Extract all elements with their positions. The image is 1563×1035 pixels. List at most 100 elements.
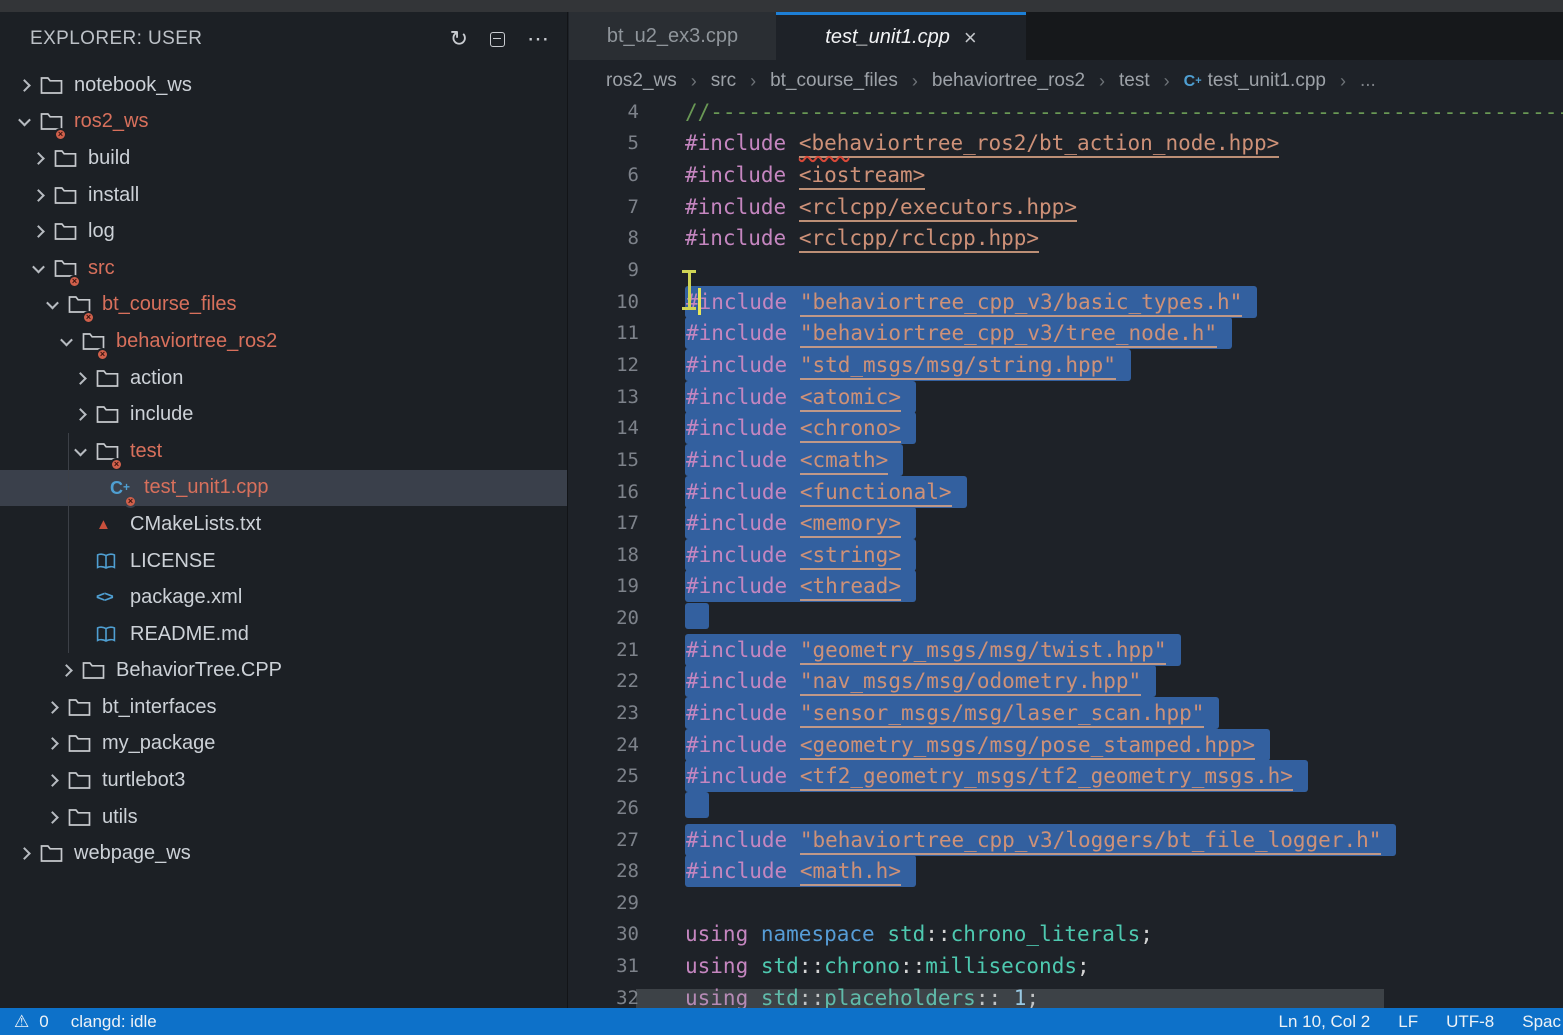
line-number[interactable]: 32 xyxy=(569,987,639,1008)
tree-item-src[interactable]: ×src xyxy=(0,250,567,287)
line-number[interactable]: 4 xyxy=(569,101,639,123)
code-line-29[interactable]: 29 xyxy=(569,887,1563,919)
code-line-14[interactable]: 14#include <chrono> xyxy=(569,412,1563,444)
chevron-right-icon[interactable] xyxy=(38,813,66,822)
line-number[interactable]: 22 xyxy=(569,670,639,692)
chevron-right-icon[interactable] xyxy=(52,666,80,675)
tree-item-notebook_ws[interactable]: notebook_ws xyxy=(0,67,567,104)
line-number[interactable]: 12 xyxy=(569,354,639,376)
code-line-16[interactable]: 16#include <functional> xyxy=(569,476,1563,508)
code-line-11[interactable]: 11#include "behaviortree_cpp_v3/tree_nod… xyxy=(569,317,1563,349)
line-number[interactable]: 16 xyxy=(569,481,639,503)
code-line-17[interactable]: 17#include <memory> xyxy=(569,507,1563,539)
tree-item-bt_course_files[interactable]: ×bt_course_files xyxy=(0,287,567,324)
refresh-icon[interactable]: ↻ xyxy=(450,28,468,50)
status-eol[interactable]: LF xyxy=(1398,1012,1418,1032)
line-number[interactable]: 9 xyxy=(569,259,639,281)
tree-item-my_package[interactable]: my_package xyxy=(0,726,567,763)
code-line-22[interactable]: 22#include "nav_msgs/msg/odometry.hpp" xyxy=(569,666,1563,698)
line-number[interactable]: 28 xyxy=(569,860,639,882)
code-line-20[interactable]: 20 xyxy=(569,602,1563,634)
code-line-9[interactable]: 9 xyxy=(569,254,1563,286)
chevron-right-icon[interactable] xyxy=(38,703,66,712)
tree-item-bt_interfaces[interactable]: bt_interfaces xyxy=(0,689,567,726)
tree-item-include[interactable]: include xyxy=(0,396,567,433)
line-number[interactable]: 13 xyxy=(569,386,639,408)
tree-item-ros2_ws[interactable]: ×ros2_ws xyxy=(0,104,567,141)
line-number[interactable]: 18 xyxy=(569,544,639,566)
close-icon[interactable]: × xyxy=(964,27,977,49)
more-actions-icon[interactable]: ⋯ xyxy=(527,28,549,50)
line-number[interactable]: 15 xyxy=(569,449,639,471)
breadcrumb-more[interactable]: ... xyxy=(1360,70,1376,92)
line-number[interactable]: 8 xyxy=(569,227,639,249)
code-line-30[interactable]: 30using namespace std::chrono_literals; xyxy=(569,919,1563,951)
code-line-24[interactable]: 24#include <geometry_msgs/msg/pose_stamp… xyxy=(569,729,1563,761)
chevron-right-icon[interactable] xyxy=(10,849,38,858)
code-line-12[interactable]: 12#include "std_msgs/msg/string.hpp" xyxy=(569,349,1563,381)
chevron-down-icon[interactable] xyxy=(66,447,94,456)
code-line-28[interactable]: 28#include <math.h> xyxy=(569,855,1563,887)
code-line-19[interactable]: 19#include <thread> xyxy=(569,571,1563,603)
tree-item-CMakeLists.txt[interactable]: ▲CMakeLists.txt xyxy=(0,506,567,543)
chevron-down-icon[interactable] xyxy=(52,337,80,346)
tree-item-behaviortree_ros2[interactable]: ×behaviortree_ros2 xyxy=(0,323,567,360)
line-number[interactable]: 11 xyxy=(569,322,639,344)
breadcrumb-item-behaviortree_ros2[interactable]: behaviortree_ros2 xyxy=(932,70,1085,92)
status-indent[interactable]: Spac xyxy=(1522,1012,1561,1032)
line-number[interactable]: 23 xyxy=(569,702,639,724)
collapse-all-icon[interactable] xyxy=(490,32,505,47)
line-number[interactable]: 27 xyxy=(569,829,639,851)
tab-bt_u2_ex3[interactable]: bt_u2_ex3.cpp xyxy=(569,12,776,60)
line-number[interactable]: 30 xyxy=(569,923,639,945)
tree-item-build[interactable]: build xyxy=(0,140,567,177)
code-line-27[interactable]: 27#include "behaviortree_cpp_v3/loggers/… xyxy=(569,824,1563,856)
chevron-right-icon[interactable] xyxy=(66,410,94,419)
code-line-13[interactable]: 13#include <atomic> xyxy=(569,381,1563,413)
warning-icon[interactable]: ⚠ xyxy=(14,1012,29,1032)
code-line-23[interactable]: 23#include "sensor_msgs/msg/laser_scan.h… xyxy=(569,697,1563,729)
tree-item-log[interactable]: log xyxy=(0,213,567,250)
tree-item-test[interactable]: ×test xyxy=(0,433,567,470)
tree-item-LICENSE[interactable]: LICENSE xyxy=(0,543,567,580)
horizontal-scrollbar[interactable] xyxy=(636,989,1384,1008)
code-line-10[interactable]: 10#include "behaviortree_cpp_v3/basic_ty… xyxy=(569,286,1563,318)
tree-item-turtlebot3[interactable]: turtlebot3 xyxy=(0,762,567,799)
clangd-status[interactable]: clangd: idle xyxy=(71,1012,157,1032)
tree-item-webpage_ws[interactable]: webpage_ws xyxy=(0,835,567,872)
line-number[interactable]: 6 xyxy=(569,164,639,186)
line-number[interactable]: 5 xyxy=(569,132,639,154)
chevron-right-icon[interactable] xyxy=(66,374,94,383)
line-number[interactable]: 21 xyxy=(569,639,639,661)
chevron-right-icon[interactable] xyxy=(24,227,52,236)
chevron-down-icon[interactable] xyxy=(10,117,38,126)
tree-item-utils[interactable]: utils xyxy=(0,799,567,836)
breadcrumb-item-ros2_ws[interactable]: ros2_ws xyxy=(606,70,677,92)
chevron-down-icon[interactable] xyxy=(38,300,66,309)
line-number[interactable]: 10 xyxy=(569,291,639,313)
chevron-right-icon[interactable] xyxy=(24,154,52,163)
line-number[interactable]: 19 xyxy=(569,575,639,597)
line-number[interactable]: 24 xyxy=(569,734,639,756)
code-line-7[interactable]: 7#include <rclcpp/executors.hpp> xyxy=(569,191,1563,223)
chevron-down-icon[interactable] xyxy=(24,264,52,273)
tree-item-BehaviorTree.CPP[interactable]: BehaviorTree.CPP xyxy=(0,653,567,690)
tree-item-README.md[interactable]: README.md xyxy=(0,616,567,653)
code-line-31[interactable]: 31using std::chrono::milliseconds; xyxy=(569,950,1563,982)
line-number[interactable]: 7 xyxy=(569,196,639,218)
line-number[interactable]: 20 xyxy=(569,607,639,629)
status-cursor-position[interactable]: Ln 10, Col 2 xyxy=(1279,1012,1371,1032)
tree-item-action[interactable]: action xyxy=(0,360,567,397)
code-line-21[interactable]: 21#include "geometry_msgs/msg/twist.hpp" xyxy=(569,634,1563,666)
warnings-count[interactable]: 0 xyxy=(39,1012,48,1032)
line-number[interactable]: 29 xyxy=(569,892,639,914)
chevron-right-icon[interactable] xyxy=(38,776,66,785)
tree-item-package.xml[interactable]: <>package.xml xyxy=(0,579,567,616)
code-line-26[interactable]: 26 xyxy=(569,792,1563,824)
code-line-4[interactable]: 4//-------------------------------------… xyxy=(569,96,1563,128)
chevron-right-icon[interactable] xyxy=(10,81,38,90)
code-line-18[interactable]: 18#include <string> xyxy=(569,539,1563,571)
breadcrumb-item-test[interactable]: test xyxy=(1119,70,1150,92)
breadcrumb-item-file[interactable]: C+test_unit1.cpp xyxy=(1184,70,1326,92)
line-number[interactable]: 31 xyxy=(569,955,639,977)
